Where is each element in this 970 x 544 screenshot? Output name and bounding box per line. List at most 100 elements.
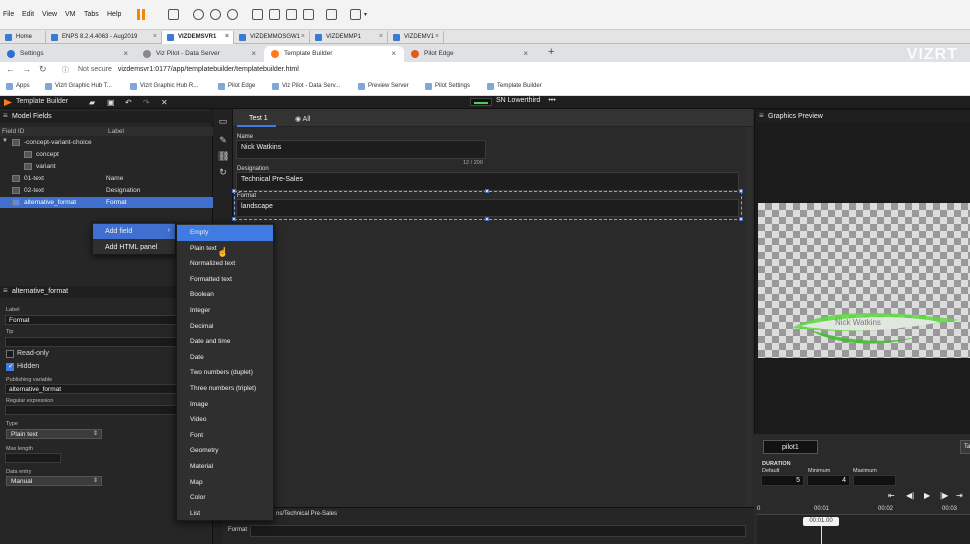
field-row-selected[interactable]: alternative_format Format [0, 197, 213, 208]
resize-handle[interactable] [485, 217, 489, 221]
field-type-three-numbers-triplet[interactable]: Three numbers (triplet) [177, 381, 273, 397]
tab-all[interactable]: ◉ All [283, 112, 318, 127]
clock-icon[interactable] [193, 9, 204, 20]
menu-tabs[interactable]: Tabs [84, 11, 99, 18]
vm-tab-vizdemsvr1[interactable]: VIZDEMSVR1 × [162, 31, 234, 44]
url-field[interactable]: Not secure vizdemsvr1:0177/app/templatebu… [78, 66, 299, 73]
unity-icon[interactable] [303, 9, 314, 20]
browser-tab-settings[interactable]: Settings × [0, 46, 136, 62]
bookmark-pilot-settings[interactable]: Pilot Settings [425, 83, 470, 90]
new-tab-icon[interactable]: + [548, 46, 554, 58]
form-scrollbar[interactable] [746, 127, 752, 512]
close-icon[interactable]: × [379, 33, 383, 40]
fullscreen-icon[interactable] [350, 9, 361, 20]
resize-handle[interactable] [232, 217, 236, 221]
close-icon[interactable]: × [435, 33, 439, 40]
close-icon[interactable]: × [123, 49, 128, 58]
vm-tab-enps[interactable]: ENPS 8.2.4.4063 - Aug2019 × [46, 31, 162, 44]
close-icon[interactable]: × [251, 49, 256, 58]
reload-icon[interactable]: ↻ [39, 64, 47, 75]
menu-file[interactable]: File [3, 11, 14, 18]
field-type-list[interactable]: List [177, 506, 273, 522]
fit-icon[interactable] [286, 9, 297, 20]
max-length-input[interactable] [5, 453, 61, 463]
close-icon[interactable]: × [225, 33, 229, 40]
bookmark-pilot-edge[interactable]: Pilot Edge [218, 83, 255, 90]
field-row[interactable]: 02-text Designation [0, 185, 213, 196]
field-type-formatted-text[interactable]: Formatted text [177, 272, 273, 288]
skip-end-icon[interactable]: ⇥ [956, 491, 963, 500]
field-row[interactable]: 01-text Name [0, 173, 213, 184]
save-icon[interactable]: ▣ [107, 98, 115, 107]
link-icon[interactable]: ⛓ [218, 151, 229, 161]
undo-icon[interactable]: ↶ [125, 98, 132, 107]
collapse-icon[interactable]: ▼ [2, 138, 8, 144]
maximum-duration-input[interactable] [853, 475, 896, 486]
back-icon[interactable]: ← [6, 64, 15, 74]
close-icon[interactable]: × [301, 33, 305, 40]
print-icon[interactable] [168, 9, 179, 20]
bookmark-data-server[interactable]: Viz Pilot - Data Serv... [272, 83, 340, 90]
menu-edit[interactable]: Edit [22, 11, 34, 18]
vm-tab-vizdemv1[interactable]: VIZDEMV1 × [388, 31, 444, 44]
hidden-checkbox[interactable] [6, 362, 14, 371]
field-row[interactable]: concept [0, 149, 213, 160]
add-html-panel-menu-item[interactable]: Add HTML panel [93, 240, 175, 255]
field-type-integer[interactable]: Integer [177, 303, 273, 319]
console-icon[interactable] [326, 9, 337, 20]
warning-icon[interactable]: ⓘ [62, 65, 69, 75]
panel-icon[interactable]: ▭ [218, 116, 228, 126]
browser-tab-pilot-edge[interactable]: Pilot Edge × [404, 46, 536, 62]
chevron-down-icon[interactable]: ▾ [364, 11, 367, 18]
field-type-map[interactable]: Map [177, 475, 273, 491]
bottom-format-input[interactable] [250, 525, 746, 537]
label-input[interactable]: Format [5, 315, 177, 325]
resize-handle[interactable] [739, 217, 743, 221]
format-input[interactable]: landscape [236, 199, 739, 217]
field-type-two-numbers-duplet[interactable]: Two numbers (duplet) [177, 365, 273, 381]
close-icon[interactable]: × [153, 33, 157, 40]
field-type-material[interactable]: Material [177, 459, 273, 475]
menu-help[interactable]: Help [107, 11, 121, 18]
field-type-image[interactable]: Image [177, 397, 273, 413]
field-type-video[interactable]: Video [177, 412, 273, 428]
forward-icon[interactable]: → [22, 64, 31, 74]
publishing-variable-input[interactable]: alternative_format [5, 384, 177, 394]
step-forward-icon[interactable]: |▶ [940, 491, 948, 500]
close-icon[interactable]: × [391, 49, 396, 58]
minimum-duration-input[interactable]: 4 [807, 475, 850, 486]
menu-view[interactable]: View [42, 11, 57, 18]
tip-input[interactable] [5, 337, 177, 347]
add-field-menu-item[interactable]: Add field › [93, 224, 175, 239]
field-type-color[interactable]: Color [177, 490, 273, 506]
field-row[interactable]: variant [0, 161, 213, 172]
browser-tab-data-server[interactable]: Viz Pilot - Data Server × [136, 46, 264, 62]
refresh-icon[interactable]: ↻ [218, 167, 228, 177]
type-select[interactable]: Plain text [6, 429, 102, 439]
skip-start-icon[interactable]: ⇤ [888, 491, 895, 500]
channel-select[interactable]: pilot1 [763, 440, 818, 454]
field-type-date-and-time[interactable]: Date and time [177, 334, 273, 350]
close-icon[interactable]: × [523, 49, 528, 58]
split-icon[interactable] [269, 9, 280, 20]
timeline-playhead[interactable]: 00:01.00 [803, 517, 839, 526]
data-entry-select[interactable]: Manual [6, 476, 102, 486]
bookmark-preview-server[interactable]: Preview Server [358, 83, 409, 90]
resize-handle[interactable] [739, 189, 743, 193]
snapshot-icon[interactable] [210, 9, 221, 20]
play-icon[interactable]: ▶ [924, 491, 930, 500]
field-type-boolean[interactable]: Boolean [177, 287, 273, 303]
default-duration-input[interactable]: 5 [761, 475, 804, 486]
more-icon[interactable]: ••• [548, 97, 555, 104]
bookmark-graphic-hub-r[interactable]: Vizrt Graphic Hub R... [130, 83, 198, 90]
field-type-geometry[interactable]: Geometry [177, 443, 273, 459]
bookmark-apps[interactable]: Apps [6, 83, 30, 90]
field-row[interactable]: ▼ -concept-variant-choice [0, 137, 213, 148]
channel-button[interactable]: Ta [960, 440, 970, 454]
bookmark-template-builder[interactable]: Template Builder [487, 83, 542, 90]
vm-tab-vizdemmp1[interactable]: VIZDEMMP1 × [310, 31, 388, 44]
field-type-empty[interactable]: Empty [177, 225, 273, 241]
field-type-normalized-text[interactable]: Normalized text [177, 256, 273, 272]
bookmark-graphic-hub-t[interactable]: Vizrt Graphic Hub T... [45, 83, 112, 90]
field-type-font[interactable]: Font [177, 428, 273, 444]
